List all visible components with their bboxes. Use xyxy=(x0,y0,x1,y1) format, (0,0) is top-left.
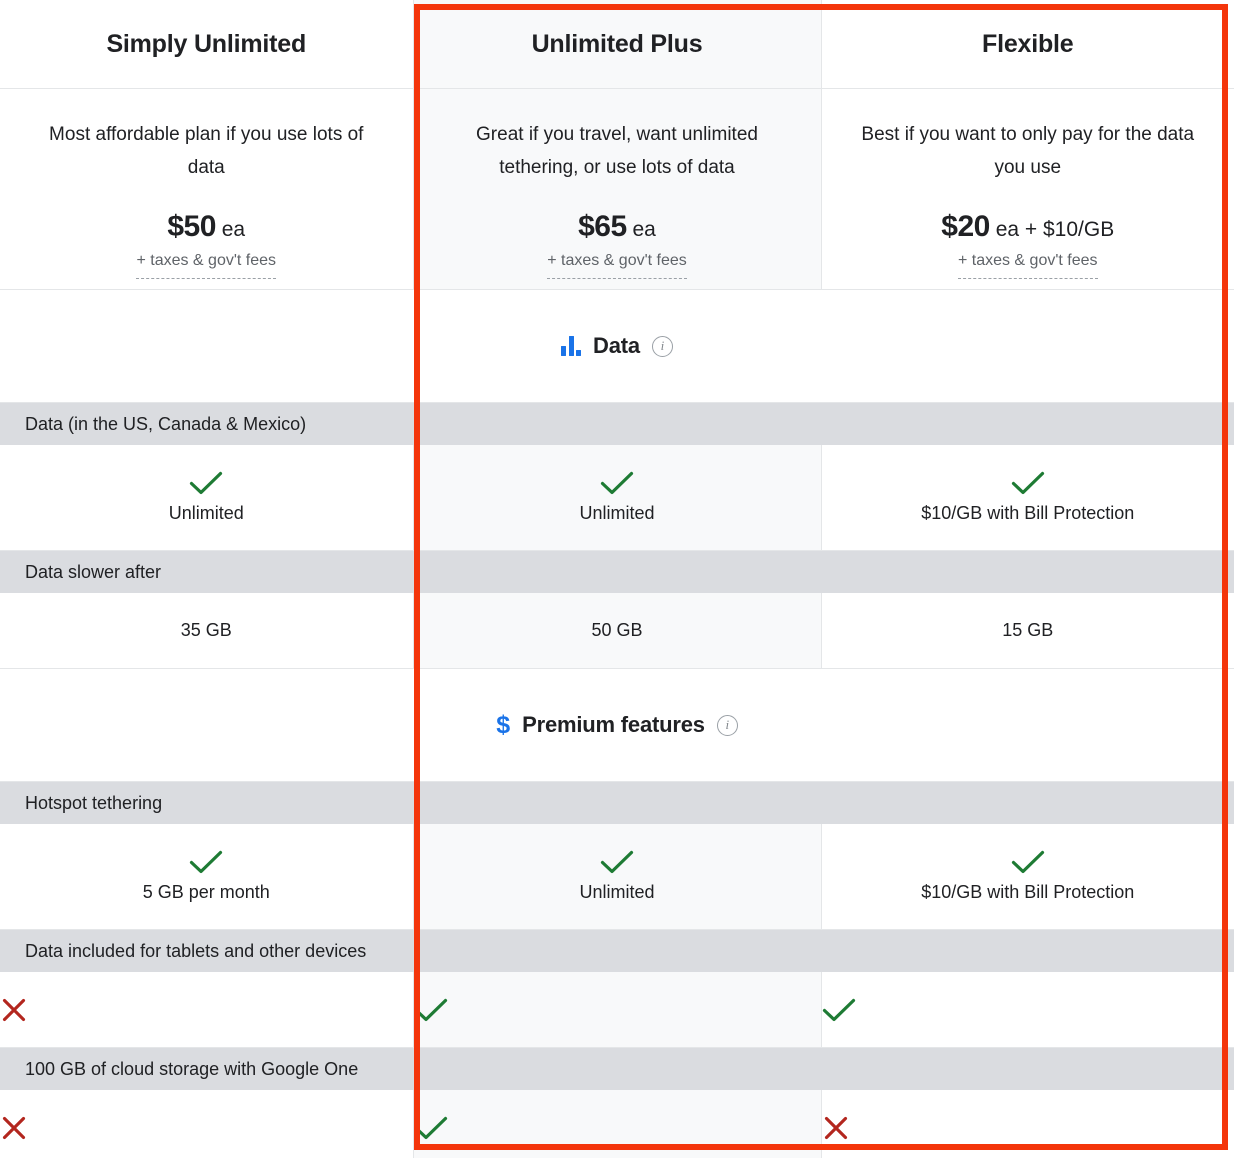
info-icon[interactable]: i xyxy=(651,335,673,357)
feature-label-spacer xyxy=(413,781,821,824)
plan-header-unlimited-plus[interactable]: Unlimited Plus xyxy=(412,0,821,89)
pricing-cell-simply-unlimited: Most affordable plan if you use lots of … xyxy=(0,88,413,290)
feature-value: 5 GB per month xyxy=(142,881,270,902)
section-header-cell: $ Premium features i xyxy=(0,668,1234,782)
feature-value-row xyxy=(0,1090,1234,1158)
plan-price: $65 ea xyxy=(448,210,787,244)
check-icon xyxy=(1011,849,1045,875)
plan-tagline: Great if you travel, want unlimited teth… xyxy=(476,124,758,178)
feature-value: Unlimited xyxy=(579,502,655,523)
plan-title: Simply Unlimited xyxy=(106,30,307,58)
check-icon xyxy=(189,470,223,496)
taxes-note[interactable]: + taxes & gov't fees xyxy=(547,249,687,280)
plan-comparison-table: Simply Unlimited Unlimited Plus Flexible… xyxy=(0,0,1234,1158)
section-header-data: Data i xyxy=(0,289,1234,403)
check-icon xyxy=(600,470,634,496)
cross-icon xyxy=(0,1114,413,1142)
feature-value: 35 GB xyxy=(180,620,232,640)
feature-label-row: 100 GB of cloud storage with Google One xyxy=(0,1047,1234,1090)
feature-label-spacer xyxy=(821,929,1234,972)
feature-cell-unlimited-plus xyxy=(412,1090,821,1158)
feature-label-spacer xyxy=(413,402,821,445)
feature-cell-unlimited-plus xyxy=(412,972,821,1048)
feature-value: $10/GB with Bill Protection xyxy=(921,502,1135,523)
feature-value-row: 5 GB per month Unlimited $10/GB with Bil… xyxy=(0,824,1234,930)
feature-value-row: Unlimited Unlimited $10/GB with Bill Pro… xyxy=(0,445,1234,551)
bar-chart-icon xyxy=(561,336,582,356)
price-amount: $65 xyxy=(578,210,627,244)
feature-value: 50 GB xyxy=(591,620,643,640)
feature-cell-simply-unlimited xyxy=(0,972,413,1048)
feature-label-spacer xyxy=(821,550,1234,593)
plan-title: Flexible xyxy=(982,30,1074,58)
feature-cell-unlimited-plus: Unlimited xyxy=(412,824,821,930)
pricing-cell-flexible: Best if you want to only pay for the dat… xyxy=(820,88,1234,290)
check-icon xyxy=(600,849,634,875)
plan-title: Unlimited Plus xyxy=(531,30,703,58)
taxes-note[interactable]: + taxes & gov't fees xyxy=(957,249,1098,280)
check-icon xyxy=(414,997,821,1023)
feature-label-spacer xyxy=(413,929,821,972)
feature-label: Data included for tablets and other devi… xyxy=(0,929,413,972)
plan-header-flexible[interactable]: Flexible xyxy=(820,0,1234,89)
feature-value-row: 35 GB 50 GB 15 GB xyxy=(0,593,1234,669)
feature-label-spacer xyxy=(821,402,1234,445)
feature-cell-unlimited-plus: 50 GB xyxy=(412,593,821,669)
check-icon xyxy=(414,1115,821,1141)
feature-label-spacer xyxy=(821,1047,1234,1090)
feature-label: Data slower after xyxy=(0,550,413,593)
cross-icon xyxy=(0,996,413,1024)
check-icon xyxy=(822,997,1234,1023)
check-icon xyxy=(1011,470,1045,496)
taxes-note[interactable]: + taxes & gov't fees xyxy=(136,249,277,280)
section-title: Premium features xyxy=(522,712,705,737)
feature-cell-simply-unlimited: Unlimited xyxy=(0,445,413,551)
feature-value: 15 GB xyxy=(1002,620,1054,640)
feature-cell-simply-unlimited: 5 GB per month xyxy=(0,824,413,930)
plan-pricing-row: Most affordable plan if you use lots of … xyxy=(0,88,1234,290)
pricing-cell-unlimited-plus: Great if you travel, want unlimited teth… xyxy=(412,88,821,290)
price-amount: $50 xyxy=(167,210,216,244)
feature-cell-flexible xyxy=(820,972,1234,1048)
feature-value-row xyxy=(0,972,1234,1048)
feature-label: Data (in the US, Canada & Mexico) xyxy=(0,402,413,445)
price-suffix: ea + $10/GB xyxy=(989,218,1115,242)
dollar-icon: $ xyxy=(496,710,511,739)
feature-value: $10/GB with Bill Protection xyxy=(921,881,1135,902)
plan-tagline: Best if you want to only pay for the dat… xyxy=(861,124,1195,178)
plan-comparison-page: Simply Unlimited Unlimited Plus Flexible… xyxy=(0,0,1234,1158)
cross-icon xyxy=(822,1114,1234,1142)
check-icon xyxy=(189,849,223,875)
plan-price: $50 ea xyxy=(34,210,379,244)
section-title: Data xyxy=(593,333,640,358)
feature-cell-simply-unlimited: 35 GB xyxy=(0,593,413,669)
feature-cell-unlimited-plus: Unlimited xyxy=(412,445,821,551)
price-suffix: ea xyxy=(626,218,656,242)
plan-tagline: Most affordable plan if you use lots of … xyxy=(49,124,364,178)
feature-cell-flexible: $10/GB with Bill Protection xyxy=(820,824,1234,930)
price-suffix: ea xyxy=(215,218,246,242)
feature-label-spacer xyxy=(413,550,821,593)
feature-label: Hotspot tethering xyxy=(0,781,413,824)
section-header-premium-features: $ Premium features i xyxy=(0,668,1234,782)
feature-cell-simply-unlimited xyxy=(0,1090,413,1158)
feature-value: Unlimited xyxy=(579,881,655,902)
section-header-cell: Data i xyxy=(0,289,1234,403)
info-icon[interactable]: i xyxy=(716,714,738,736)
feature-label-row: Data included for tablets and other devi… xyxy=(0,929,1234,972)
feature-value: Unlimited xyxy=(168,502,244,523)
plan-header-row: Simply Unlimited Unlimited Plus Flexible xyxy=(0,0,1234,89)
feature-label: 100 GB of cloud storage with Google One xyxy=(0,1047,413,1090)
feature-cell-flexible xyxy=(820,1090,1234,1158)
feature-label-spacer xyxy=(821,781,1234,824)
feature-cell-flexible: $10/GB with Bill Protection xyxy=(820,445,1234,551)
feature-label-spacer xyxy=(413,1047,821,1090)
plan-price: $20 ea + $10/GB xyxy=(856,210,1201,244)
feature-label-row: Data (in the US, Canada & Mexico) xyxy=(0,402,1234,445)
feature-label-row: Data slower after xyxy=(0,550,1234,593)
price-amount: $20 xyxy=(941,210,990,244)
feature-cell-flexible: 15 GB xyxy=(820,593,1234,669)
plan-header-simply-unlimited[interactable]: Simply Unlimited xyxy=(0,0,413,89)
feature-label-row: Hotspot tethering xyxy=(0,781,1234,824)
